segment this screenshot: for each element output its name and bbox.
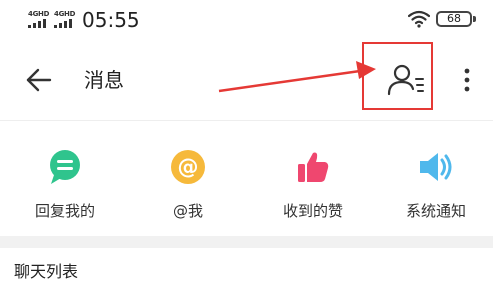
likes-received-button[interactable]: 收到的赞 bbox=[258, 121, 368, 236]
network-type-label: 4GHD bbox=[28, 10, 50, 18]
thumbs-up-icon bbox=[298, 152, 329, 182]
system-notifications-button[interactable]: 系统通知 bbox=[381, 121, 491, 236]
network-type-label: 4GHD bbox=[54, 10, 76, 18]
action-label: 系统通知 bbox=[405, 202, 466, 220]
page-title: 消息 bbox=[84, 68, 124, 92]
more-vertical-icon[interactable] bbox=[459, 67, 475, 93]
action-label: 回复我的 bbox=[34, 202, 95, 220]
back-arrow-icon[interactable] bbox=[26, 68, 52, 92]
at-icon: @ bbox=[171, 150, 205, 184]
wifi-icon bbox=[408, 10, 430, 28]
reply-to-me-button[interactable]: 回复我的 bbox=[10, 121, 120, 236]
mentions-button[interactable]: @ @我 bbox=[133, 121, 243, 236]
action-label: 收到的赞 bbox=[282, 202, 343, 220]
chat-list-title: 聊天列表 bbox=[14, 262, 79, 281]
reply-bubble-icon bbox=[50, 150, 80, 184]
signal-strength-icon: 4GHD bbox=[28, 10, 50, 28]
signal-strength-icon: 4GHD bbox=[54, 10, 76, 28]
speaker-icon bbox=[420, 153, 452, 181]
svg-text:@: @ bbox=[178, 155, 199, 179]
contacts-list-icon[interactable] bbox=[387, 62, 425, 96]
battery-indicator: 68 bbox=[436, 11, 472, 27]
action-label: @我 bbox=[172, 202, 203, 220]
section-gap bbox=[0, 236, 493, 248]
battery-tip bbox=[473, 16, 476, 22]
app-toolbar: 消息 bbox=[0, 40, 493, 120]
quick-actions: 回复我的 @ @我 收到的赞 系统通知 bbox=[0, 121, 493, 236]
status-bar: 4GHD 4GHD 05:55 68 bbox=[0, 0, 493, 40]
status-time: 05:55 bbox=[82, 8, 140, 32]
